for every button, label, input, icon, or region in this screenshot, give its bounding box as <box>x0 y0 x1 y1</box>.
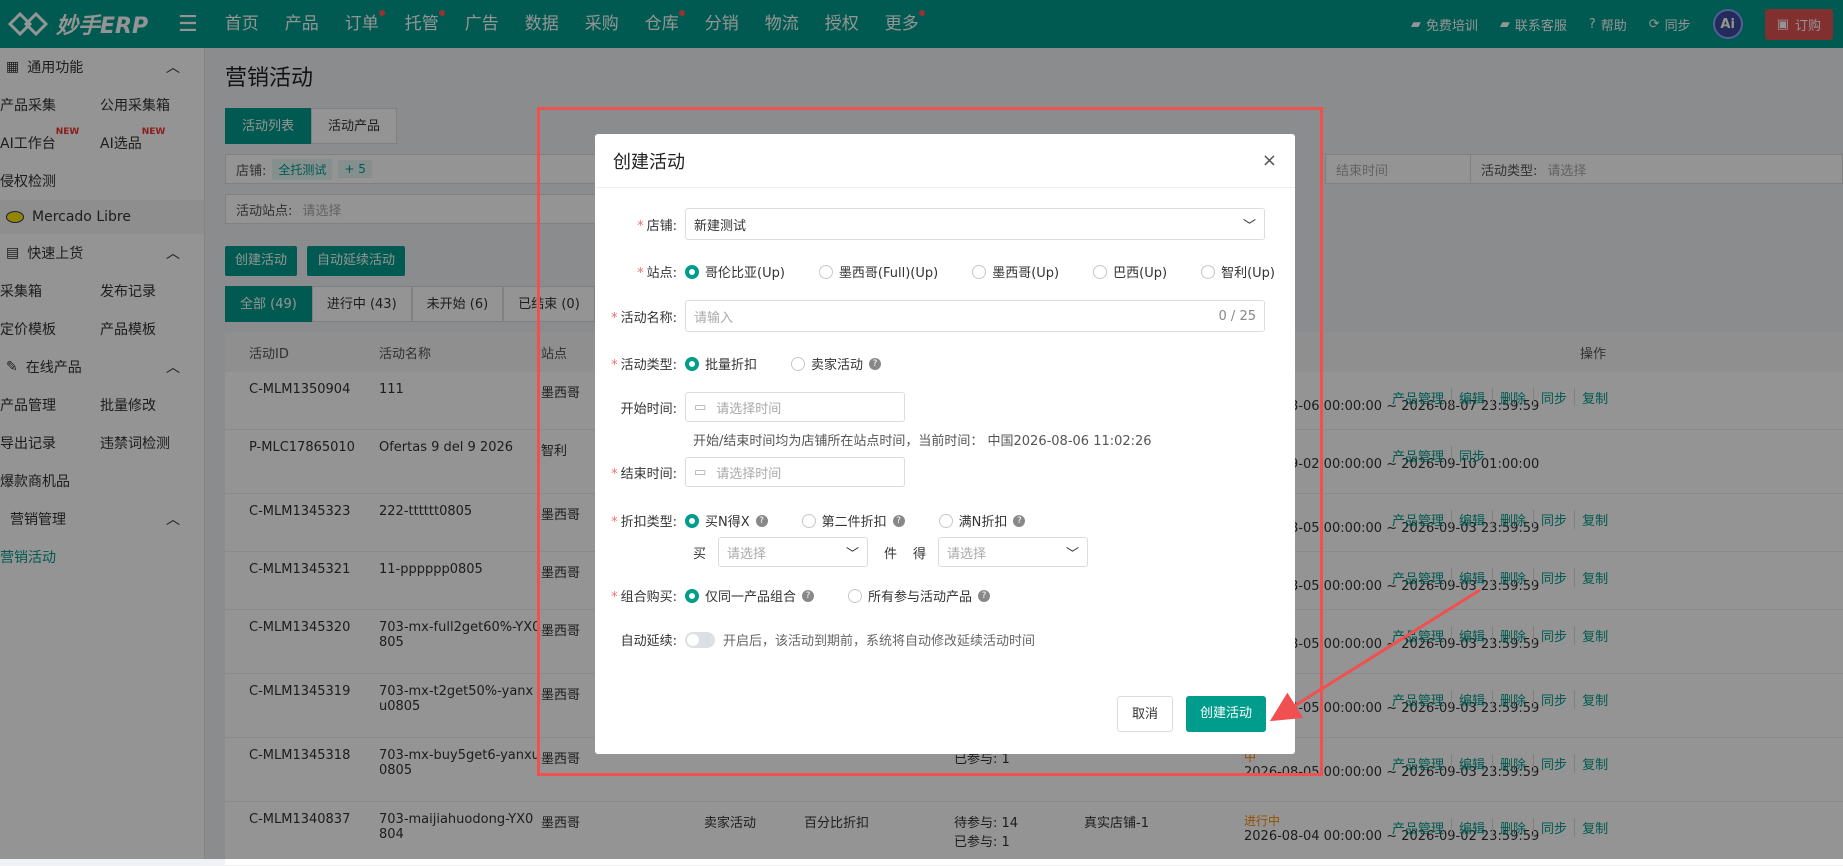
buy-quantity-select[interactable]: 请选择 ﹀ <box>718 537 869 567</box>
site-radio-brazil[interactable]: 巴西(Up) <box>1093 262 1167 281</box>
auto-continue-hint: 开启后，该活动到期前，系统将自动修改延续活动时间 <box>723 634 1036 649</box>
help-icon[interactable]: ? <box>755 514 768 527</box>
close-icon[interactable]: × <box>1262 150 1277 171</box>
field-shop: * 店铺: 新建测试 ﹀ <box>595 208 1265 240</box>
buy-label: 买 <box>693 546 707 562</box>
get-quantity-select[interactable]: 请选择 ﹀ <box>938 537 1089 567</box>
chevron-down-icon: ﹀ <box>1066 546 1080 562</box>
cancel-button[interactable]: 取消 <box>1117 696 1174 732</box>
site-radio-colombia[interactable]: 哥伦比亚(Up) <box>685 262 785 281</box>
auto-continue-toggle[interactable] <box>685 631 715 648</box>
site-radio-chile[interactable]: 智利(Up) <box>1201 262 1275 281</box>
field-end-time: * 结束时间: ▭ 请选择时间 <box>595 457 905 487</box>
shop-select[interactable]: 新建测试 ﹀ <box>685 208 1265 240</box>
end-time-picker[interactable]: ▭ 请选择时间 <box>685 457 905 487</box>
get-label: 得 <box>913 546 927 562</box>
discount-radio-buy-n-get-x[interactable]: 买N得X? <box>685 511 768 530</box>
dialog-title: 创建活动 <box>613 151 685 173</box>
type-radio-seller[interactable]: 卖家活动? <box>791 354 882 373</box>
chevron-down-icon: ﹀ <box>1242 218 1256 234</box>
submit-create-activity-button[interactable]: 创建活动 <box>1186 696 1267 732</box>
help-icon[interactable]: ? <box>1013 514 1026 527</box>
site-radio-mexico-full[interactable]: 墨西哥(Full)(Up) <box>818 262 938 281</box>
field-auto-continue: 自动延续: 开启后，该活动到期前，系统将自动修改延续活动时间 <box>595 630 1035 649</box>
field-site: * 站点: 哥伦比亚(Up) 墨西哥(Full)(Up) 墨西哥(Up) 巴西(U… <box>595 262 1275 281</box>
site-radio-mexico[interactable]: 墨西哥(Up) <box>972 262 1059 281</box>
discount-radio-second-item[interactable]: 第二件折扣? <box>801 511 905 530</box>
calendar-icon: ▭ <box>694 464 707 480</box>
help-icon[interactable]: ? <box>892 514 905 527</box>
time-hint: 开始/结束时间均为店铺所在站点时间，当前时间： 中国2026-08-06 11:… <box>693 434 1152 449</box>
help-icon[interactable]: ? <box>869 357 882 370</box>
combo-radio-same-product[interactable]: 仅同一产品组合? <box>685 586 815 605</box>
field-type: * 活动类型: 批量折扣 卖家活动? <box>595 354 915 373</box>
field-name: * 活动名称: 请输入 0 / 25 <box>595 300 1265 332</box>
type-radio-batch-discount[interactable]: 批量折扣 <box>685 354 757 373</box>
help-icon[interactable]: ? <box>802 589 815 602</box>
help-icon[interactable]: ? <box>978 589 991 602</box>
field-combo: * 组合购买: 仅同一产品组合? 所有参与活动产品? <box>595 586 1024 605</box>
create-activity-dialog: 创建活动 × * 店铺: 新建测试 ﹀ * 站点: 哥伦比亚(Up) 墨西哥(Full… <box>595 134 1295 754</box>
dialog-header: 创建活动 × <box>595 134 1295 188</box>
combo-radio-all-products[interactable]: 所有参与活动产品? <box>848 586 991 605</box>
calendar-icon: ▭ <box>694 399 707 415</box>
field-discount-type: * 折扣类型: 买N得X? 第二件折扣? 满N折扣? <box>595 511 1059 530</box>
activity-name-input[interactable]: 请输入 0 / 25 <box>685 300 1265 332</box>
field-buy-get: 买 请选择 ﹀ 件 得 请选择 ﹀ <box>693 537 1089 567</box>
chevron-down-icon: ﹀ <box>846 546 860 562</box>
start-time-picker[interactable]: ▭ 请选择时间 <box>685 392 905 422</box>
char-counter: 0 / 25 <box>1218 308 1256 324</box>
field-start-time: 开始时间: ▭ 请选择时间 <box>595 392 905 422</box>
piece-label: 件 <box>884 546 898 562</box>
discount-radio-spend-n[interactable]: 满N折扣? <box>938 511 1026 530</box>
